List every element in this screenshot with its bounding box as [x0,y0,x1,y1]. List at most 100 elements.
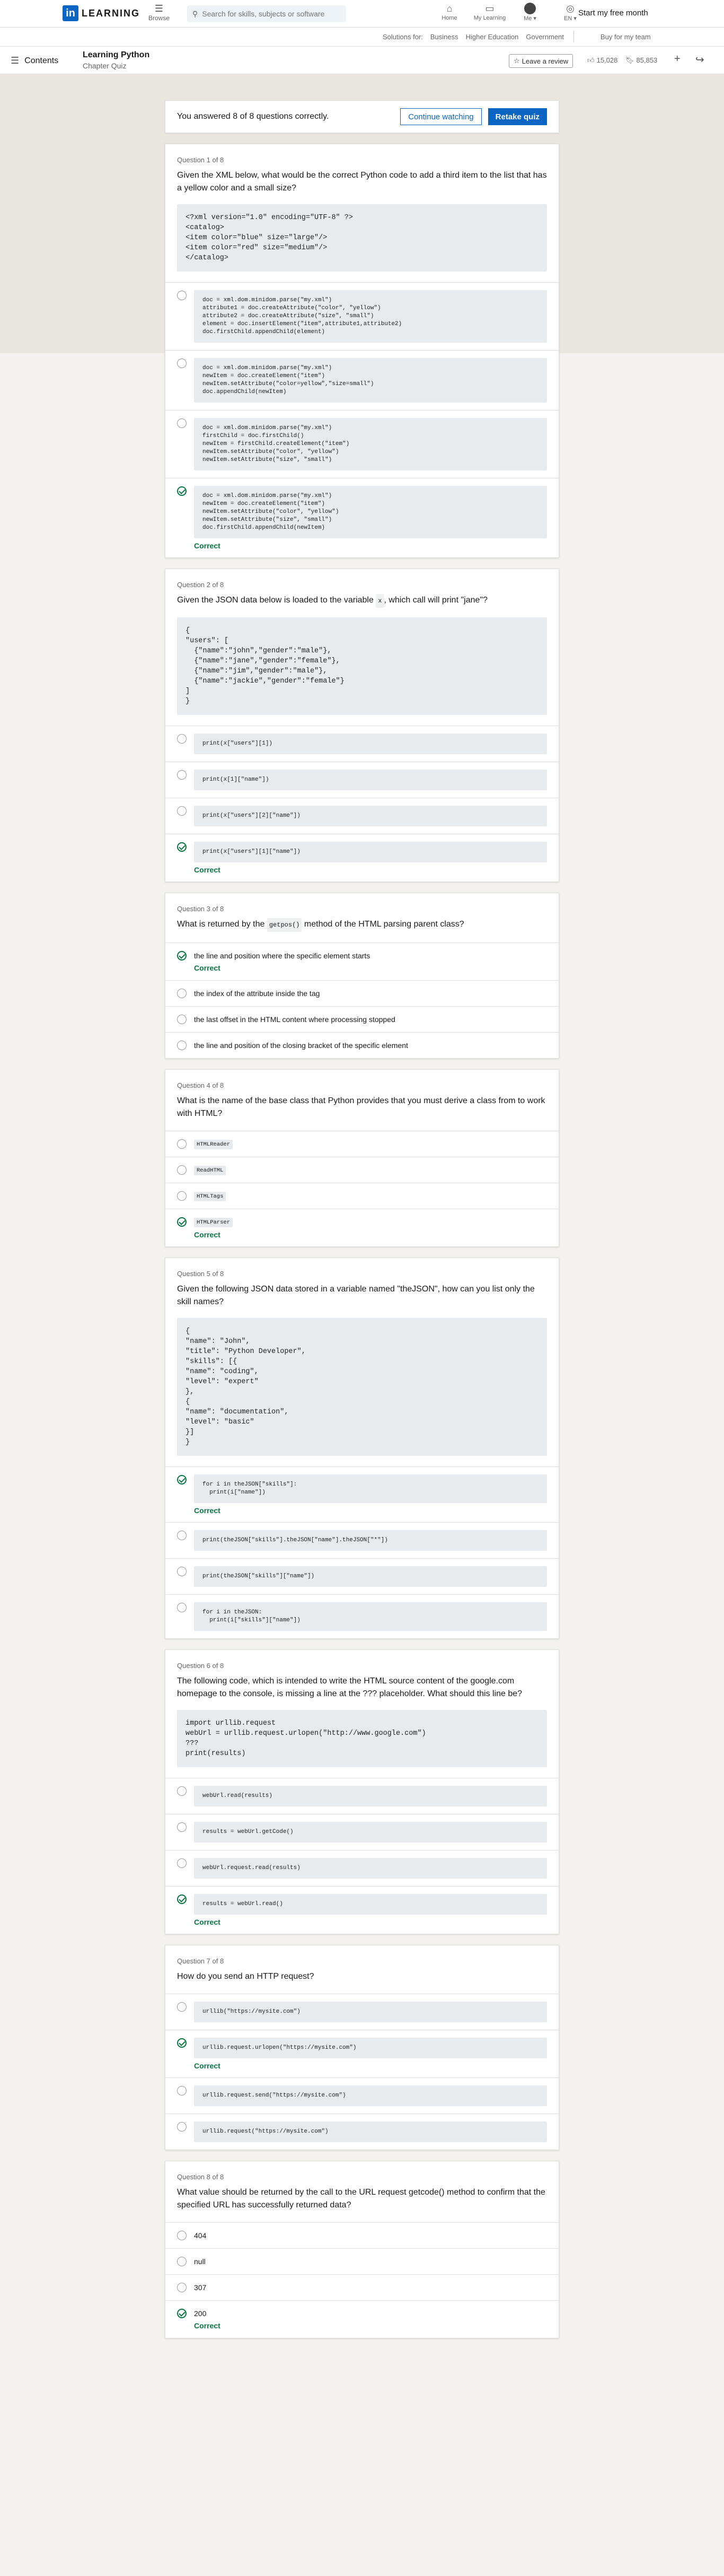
answer-option[interactable]: HTMLReader [165,1131,559,1157]
answer-label: 200 [194,2309,207,2318]
answer-option[interactable]: urllib.request("https://mysite.com") [165,2114,559,2150]
question-number: Question 7 of 8 [177,1957,224,1965]
course-title[interactable]: Learning Python [83,50,149,60]
answer-option[interactable]: 404 [165,2223,559,2249]
answer-option-selected[interactable]: 200 Correct [165,2301,559,2338]
likes-count[interactable]: 👍︎ 15,028 [587,56,617,65]
answer-option[interactable]: results = webUrl.getCode() [165,1814,559,1850]
answer-option[interactable]: the line and position of the closing bra… [165,1033,559,1058]
retake-quiz-button[interactable]: Retake quiz [488,108,547,125]
question-text: Given the XML below, what would be the c… [177,171,547,193]
checkmark-icon [177,486,187,496]
answer-option-selected[interactable]: print(x["users"][1]["name"]) Correct [165,834,559,881]
answer-code: print(x["users"][2]["name"]) [194,806,547,826]
answer-option[interactable]: webUrl.read(results) [165,1778,559,1814]
nav-me[interactable]: Me ▾ [513,2,547,22]
answer-option[interactable]: doc = xml.dom.minidom.parse("my.xml") ne… [165,351,559,411]
radio-icon [177,359,187,368]
answer-option[interactable]: doc = xml.dom.minidom.parse("my.xml") at… [165,283,559,351]
quiz-main: You answered 8 of 8 questions correctly.… [165,74,559,2338]
answer-option[interactable]: print(theJSON["skills"].theJSON["name"].… [165,1523,559,1559]
solutions-links: Solutions for: Business Higher Education… [383,33,564,41]
answer-option[interactable]: null [165,2249,559,2275]
radio-icon [177,734,187,744]
checkmark-icon [177,842,187,852]
question-header: Question 8 of 8 What value should be ret… [165,2161,559,2223]
answer-option[interactable]: webUrl.request.read(results) [165,1850,559,1887]
solutions-higher-education-link[interactable]: Higher Education [466,33,519,41]
continue-watching-button[interactable]: Continue watching [400,108,482,125]
solutions-label: Solutions for: [383,33,423,41]
answer-code: results = webUrl.getCode() [194,1822,547,1843]
correct-label: Correct [194,1230,220,1239]
contents-toggle[interactable]: ☰ Contents [11,55,58,66]
answer-option[interactable]: print(x[1]["name"]) [165,762,559,798]
search-icon: ⚲ [192,9,198,18]
answer-code: urllib("https://mysite.com") [194,2002,547,2022]
question-text: What value should be returned by the cal… [177,2188,545,2210]
browse-button[interactable]: ☰ Browse [148,3,170,22]
answer-option[interactable]: 307 [165,2275,559,2301]
question-code: { "name": "John", "title": "Python Devel… [177,1318,547,1456]
question-text: The following code, which is intended to… [177,1676,523,1698]
radio-icon [177,1041,187,1050]
solutions-government-link[interactable]: Government [526,33,564,41]
inline-code: getpos() [267,918,302,932]
answer-option-selected[interactable]: the line and position where the specific… [165,943,559,981]
buy-for-team-link[interactable]: Buy for my team [601,33,651,41]
saves-count[interactable]: 🔖︎ 85,853 [625,56,657,65]
answer-option[interactable]: print(x["users"][1]) [165,726,559,762]
answer-option-selected[interactable]: results = webUrl.read() Correct [165,1887,559,1934]
question-card: Question 6 of 8 The following code, whic… [165,1649,559,1934]
answer-label: the line and position of the closing bra… [194,1041,408,1050]
answer-option-selected[interactable]: doc = xml.dom.minidom.parse("my.xml") ne… [165,478,559,557]
answer-code: doc = xml.dom.minidom.parse("my.xml") ne… [194,486,547,538]
question-header: Question 2 of 8 Given the JSON data belo… [165,569,559,726]
question-card: Question 5 of 8 Given the following JSON… [165,1258,559,1639]
answer-label: null [194,2257,206,2266]
search-input[interactable] [202,10,335,18]
nav-home[interactable]: ⌂ Home [432,2,466,22]
answer-code: print(theJSON["skills"]["name"]) [194,1566,547,1587]
question-card: Question 8 of 8 What value should be ret… [165,2161,559,2338]
add-icon[interactable]: + [674,53,681,65]
question-number: Question 4 of 8 [177,1081,224,1089]
radio-icon [177,2257,187,2266]
answer-code: doc = xml.dom.minidom.parse("my.xml") at… [194,290,547,343]
answer-option-selected[interactable]: urllib.request.urlopen("https://mysite.c… [165,2030,559,2078]
nav-me-label: Me ▾ [524,15,536,22]
answer-option[interactable]: print(x["users"][2]["name"]) [165,798,559,834]
radio-icon [177,418,187,428]
answer-option[interactable]: urllib.request.send("https://mysite.com"… [165,2078,559,2114]
book-icon: ▭ [485,3,495,14]
free-trial-link[interactable]: Start my free month [578,8,648,18]
linkedin-learning-logo[interactable]: in LEARNING [63,5,140,21]
nav-home-label: Home [442,15,457,21]
radio-icon [177,1015,187,1024]
answer-option[interactable]: HTMLTags [165,1183,559,1209]
share-icon[interactable]: ↪ [695,53,704,66]
answer-option-selected[interactable]: HTMLParser Correct [165,1209,559,1246]
answer-option[interactable]: the last offset in the HTML content wher… [165,1007,559,1033]
contents-label: Contents [24,56,59,65]
answer-label: the index of the attribute inside the ta… [194,989,320,998]
leave-review-button[interactable]: ☆ Leave a review [509,54,573,68]
answer-option[interactable]: doc = xml.dom.minidom.parse("my.xml") fi… [165,411,559,478]
answer-code: print(theJSON["skills"].theJSON["name"].… [194,1530,547,1551]
answer-option[interactable]: the index of the attribute inside the ta… [165,981,559,1007]
question-header: Question 3 of 8 What is returned by the … [165,893,559,943]
nav-my-learning[interactable]: ▭ My Learning [473,2,507,22]
question-text: Given the following JSON data stored in … [177,1285,535,1306]
answer-option[interactable]: ReadHTML [165,1157,559,1183]
question-header: Question 6 of 8 The following code, whic… [165,1650,559,1778]
answer-option-selected[interactable]: for i in theJSON["skills"]: print(i["nam… [165,1467,559,1523]
radio-icon [177,1858,187,1868]
solutions-business-link[interactable]: Business [430,33,458,41]
checkmark-icon [177,1894,187,1904]
answer-option[interactable]: urllib("https://mysite.com") [165,1994,559,2030]
answer-option[interactable]: for i in theJSON: print(i["skills"]["nam… [165,1595,559,1638]
answer-option[interactable]: print(theJSON["skills"]["name"]) [165,1559,559,1595]
radio-icon [177,989,187,998]
question-code: { "users": [ {"name":"john","gender":"ma… [177,617,547,715]
leave-review-label: Leave a review [522,57,569,65]
